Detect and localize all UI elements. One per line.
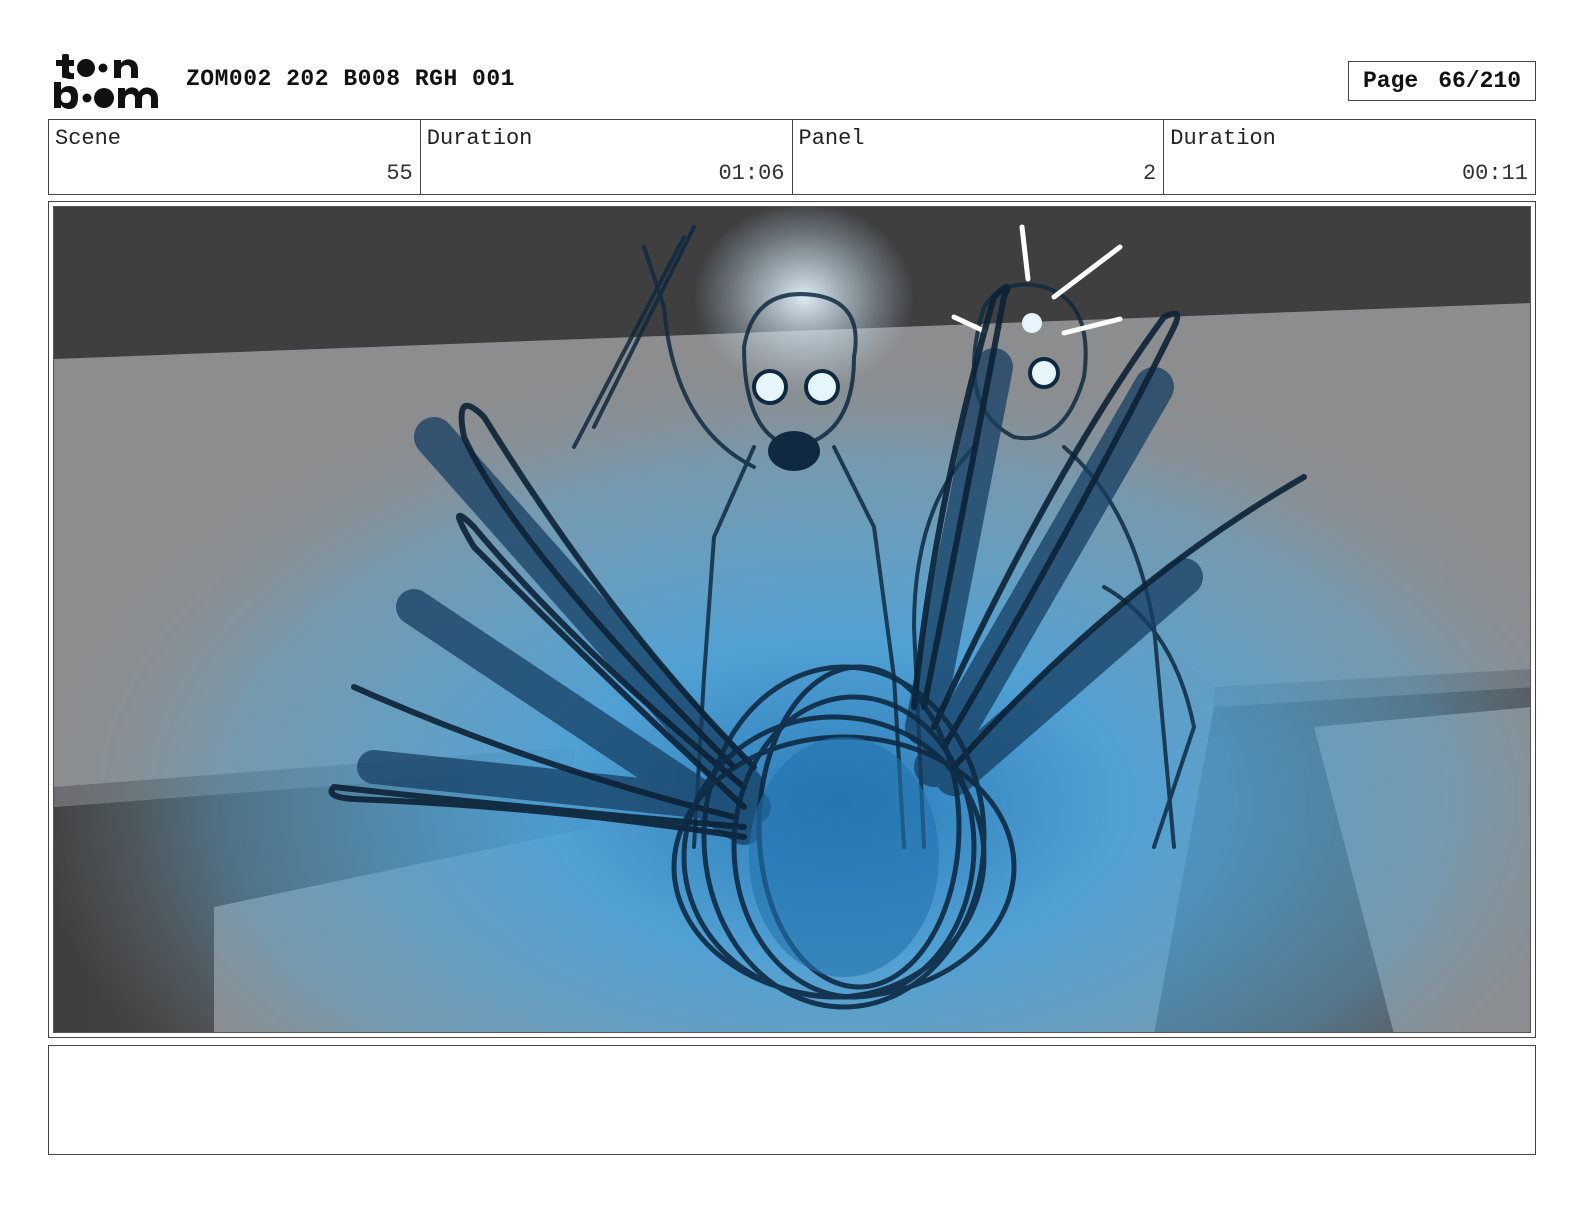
page-number: 66/210 xyxy=(1438,68,1522,94)
scene-duration-label: Duration xyxy=(426,126,533,151)
panel-info-table: Scene 55 Duration 01:06 Panel 2 Duration… xyxy=(48,119,1536,195)
panel-duration-cell: Duration 00:11 xyxy=(1164,120,1535,194)
storyboard-panel-frame xyxy=(48,201,1536,1038)
toon-boom-logo: toonboom xyxy=(54,54,158,109)
storyboard-drawing xyxy=(53,206,1531,1033)
panel-value: 2 xyxy=(1143,161,1157,186)
scene-value: 55 xyxy=(386,161,413,186)
panel-notes-box xyxy=(48,1045,1536,1155)
panel-label: Panel xyxy=(798,126,865,151)
page-label: Page xyxy=(1362,68,1419,94)
panel-duration-label: Duration xyxy=(1170,126,1276,151)
scene-duration-value: 01:06 xyxy=(718,161,785,186)
document-title: ZOM002 202 B008 RGH 001 xyxy=(186,66,515,92)
scene-label: Scene xyxy=(55,126,122,151)
panel-duration-value: 00:11 xyxy=(1461,161,1528,186)
scene-duration-cell: Duration 01:06 xyxy=(421,120,793,194)
page-indicator: Page 66/210 xyxy=(1348,61,1536,101)
scene-cell: Scene 55 xyxy=(49,120,421,194)
panel-cell: Panel 2 xyxy=(793,120,1165,194)
storyboard-sketch xyxy=(54,207,1530,1032)
